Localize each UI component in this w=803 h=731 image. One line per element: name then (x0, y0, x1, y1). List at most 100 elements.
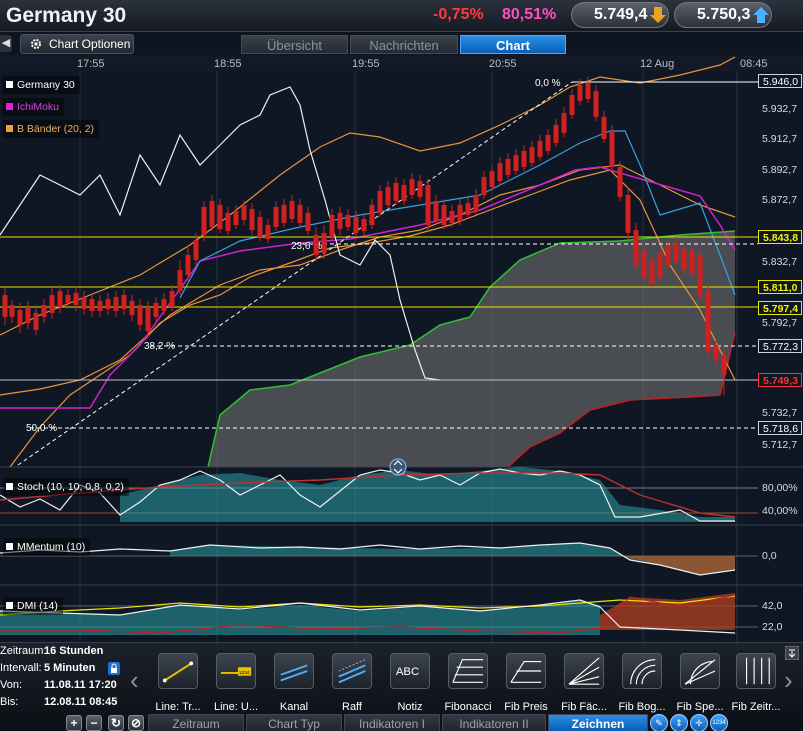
candle-body (473, 195, 479, 211)
candle-body (313, 235, 319, 255)
indicator-stoch-label[interactable]: Stoch (10, 10, 0,8, 0,2) (3, 478, 129, 496)
candle-body (465, 203, 471, 215)
panel-divider-handle[interactable] (389, 458, 407, 476)
candle-body (265, 225, 271, 239)
back-button[interactable]: ◀ (0, 35, 12, 52)
tool-line-u[interactable]: 1234 Line: U... (208, 653, 264, 713)
candle-body (41, 305, 47, 317)
lock-icon[interactable] (108, 662, 120, 675)
candle-body (257, 217, 263, 237)
candle-body (697, 255, 703, 295)
tab-uebersicht[interactable]: Übersicht (241, 35, 348, 54)
price-tick: 5.732,7 (762, 407, 798, 419)
tool-fibonacci[interactable]: Fibonacci (440, 653, 496, 713)
price-tick: 5.872,7 (762, 194, 798, 206)
price-chart-svg: 17:55 18:55 19:55 20:55 12 Aug 08:45 0,0… (0, 55, 803, 642)
candle-body (145, 307, 151, 331)
tool-label: Fibonacci (444, 701, 492, 713)
tab-indikatoren-1[interactable]: Indikatoren I (344, 714, 440, 731)
indicator-momentum-label[interactable]: MMentum (10) (3, 538, 91, 556)
candle-body (137, 305, 143, 325)
candle-body (689, 251, 695, 273)
fib-arc-icon (622, 653, 662, 689)
tool-label: Fib Zeitr... (731, 701, 781, 713)
legend-label: IchiMoku (17, 101, 60, 113)
dmi-level: 42,0 (762, 600, 783, 612)
ask-price: 5.750,3 (697, 6, 751, 23)
tool-fib-speed[interactable]: Fib Spe... (672, 653, 728, 713)
clear-button[interactable]: ⊘ (128, 715, 144, 731)
candle-body (457, 205, 463, 221)
tool-notiz[interactable]: ABC Notiz (382, 653, 438, 713)
info-bis: Bis: 12.08.11 08:45 (0, 694, 122, 711)
buy-price-button[interactable]: 5.750,3 (674, 2, 772, 28)
tab-chart[interactable]: Chart (460, 35, 566, 54)
tab-indikatoren-2[interactable]: Indikatoren II (442, 714, 546, 731)
candle-body (97, 301, 103, 311)
candle-body (513, 155, 519, 171)
candle-body (65, 295, 71, 303)
legend-label: Germany 30 (17, 79, 75, 91)
legend-bollinger[interactable]: B Bänder (20, 2) (3, 120, 100, 138)
tool-fib-bogen[interactable]: Fib Bog... (614, 653, 670, 713)
note-icon: ABC (390, 653, 430, 689)
pencil-button[interactable]: ✎ (650, 714, 668, 731)
legend-ichimoku[interactable]: IchiMoku (3, 98, 65, 116)
price-tick: 5.712,7 (762, 439, 798, 451)
candle-body (489, 171, 495, 187)
price-label-line: 5.811,0 (758, 280, 802, 294)
time-label: 08:45 (740, 58, 768, 70)
download-icon[interactable] (785, 646, 799, 660)
fib-price-icon (506, 653, 546, 689)
info-value: 16 Stunden (44, 645, 104, 657)
candle-body (449, 211, 455, 223)
zoom-out-button[interactable]: − (86, 715, 102, 731)
legend-swatch (6, 602, 13, 609)
chart-options-button[interactable]: Chart Optionen (20, 34, 134, 54)
indicator-dmi-label[interactable]: DMI (14) (3, 597, 63, 615)
legend-swatch (6, 125, 13, 132)
tool-fib-faecher[interactable]: Fib Fäc... (556, 653, 612, 713)
info-key: Bis: (0, 696, 19, 708)
info-value: 12.08.11 08:45 (44, 696, 118, 708)
chart-area[interactable]: 17:55 18:55 19:55 20:55 12 Aug 08:45 0,0… (0, 55, 803, 642)
candle-body (201, 207, 207, 235)
candle-body (273, 207, 279, 227)
arrow-up-icon (753, 7, 769, 23)
tab-nachrichten[interactable]: Nachrichten (350, 35, 458, 54)
tools-scroll-right-button[interactable]: › (784, 665, 793, 696)
tab-chart-typ[interactable]: Chart Typ (246, 714, 342, 731)
candle-body (633, 230, 639, 265)
sell-price-button[interactable]: 5.749,4 (571, 2, 669, 28)
candle-body (361, 219, 367, 231)
tool-kanal[interactable]: Kanal (266, 653, 322, 713)
refresh-button[interactable]: ↻ (108, 715, 124, 731)
candle-body (281, 205, 287, 223)
price-label-line: 5.797,4 (758, 301, 802, 315)
move-button[interactable]: ⇕ (670, 714, 688, 731)
raff-channel-icon (332, 653, 372, 689)
crosshair-button[interactable]: ✛ (690, 714, 708, 731)
tools-scroll-left-button[interactable]: ‹ (130, 665, 139, 696)
tool-fib-zeitreihe[interactable]: Fib Zeitr... (728, 653, 784, 713)
price-tick: 5.932,7 (762, 103, 798, 115)
tab-zeichnen[interactable]: Zeichnen (548, 714, 648, 731)
tool-label: Line: U... (213, 701, 259, 713)
data-values-button[interactable]: 1234 (710, 714, 728, 731)
gear-icon (31, 39, 41, 49)
candle-body (553, 125, 559, 143)
candle-body (249, 209, 255, 230)
legend-germany30[interactable]: Germany 30 (3, 76, 80, 94)
tab-zeitraum[interactable]: Zeitraum (148, 714, 244, 731)
zoom-in-button[interactable]: + (66, 715, 82, 731)
candle-body (9, 305, 15, 317)
price-label-high: 5.946,0 (758, 74, 802, 88)
info-key: Zeitraum: (0, 645, 47, 657)
tool-raff[interactable]: Raff (324, 653, 380, 713)
price-label-current: 5.749,3 (758, 373, 802, 387)
price-tick: 5.792,7 (762, 317, 798, 329)
tool-label: Fib Spe... (676, 701, 724, 713)
tool-fib-preis[interactable]: Fib Preis (498, 653, 554, 713)
tool-line-trend[interactable]: Line: Tr... (150, 653, 206, 713)
candle-body (225, 213, 231, 231)
